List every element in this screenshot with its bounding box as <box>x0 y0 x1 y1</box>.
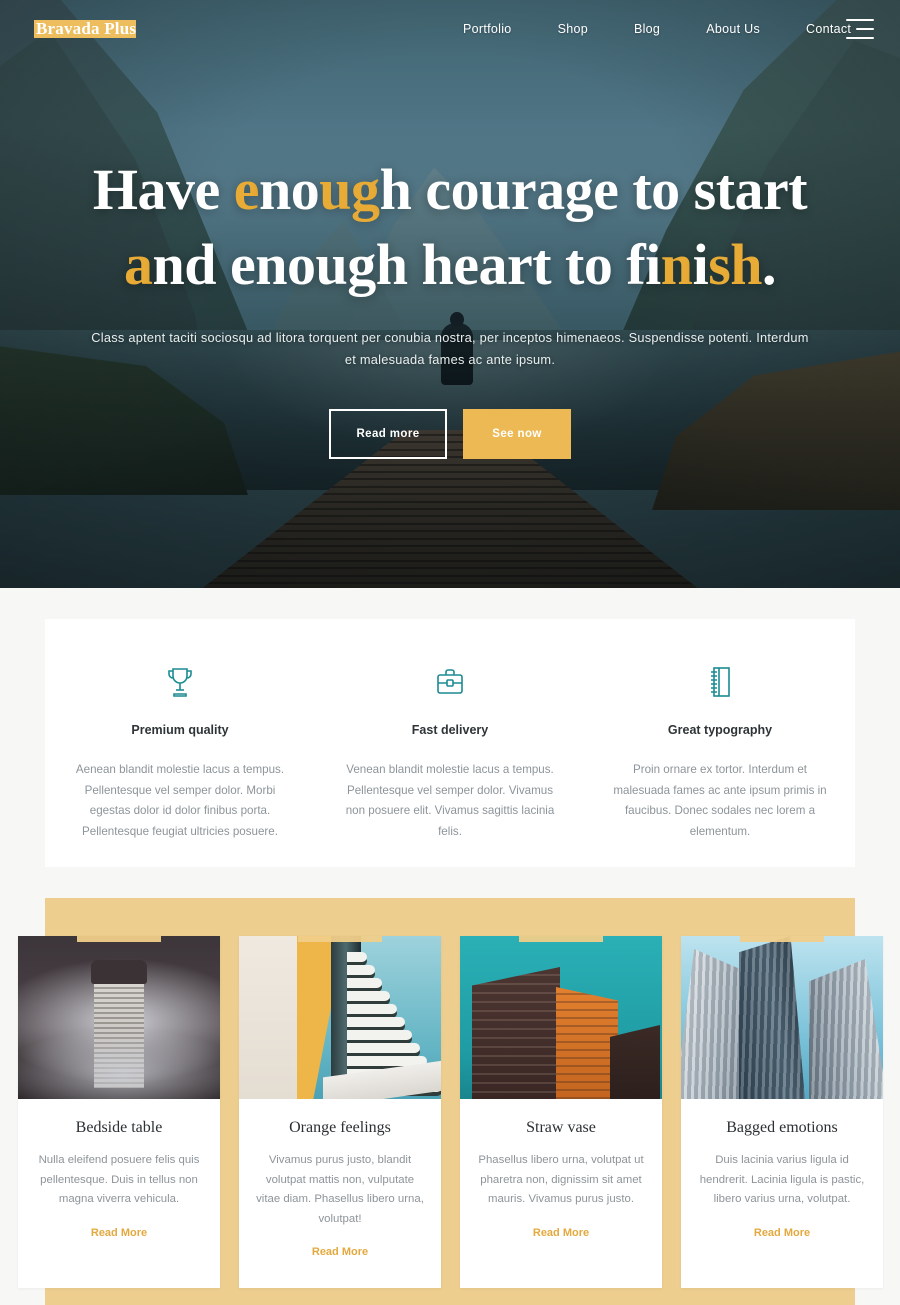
features-panel: Premium quality Aenean blandit molestie … <box>45 619 855 867</box>
nav-link-shop[interactable]: Shop <box>535 22 611 36</box>
tape-accent <box>298 936 382 942</box>
landing-page: Bravada Plus Portfolio Shop Blog About U… <box>0 0 900 1305</box>
feature-title: Great typography <box>661 720 779 740</box>
hero-subtitle: Class aptent taciti sociosqu ad litora t… <box>91 329 809 367</box>
feature-fast-delivery: Fast delivery Venean blandit molestie la… <box>315 619 585 867</box>
trophy-icon <box>165 664 195 700</box>
hero-section: Bravada Plus Portfolio Shop Blog About U… <box>0 0 900 588</box>
feature-text: Aenean blandit molestie lacus a tempus. … <box>75 763 285 838</box>
feature-text: Proin ornare ex tortor. Interdum et male… <box>613 763 827 838</box>
card-title: Bedside table <box>75 1119 163 1136</box>
logo-text: Bravada Plus <box>36 18 137 38</box>
nav-link-blog[interactable]: Blog <box>611 22 683 36</box>
see-now-button[interactable]: See now <box>463 408 571 459</box>
hero-headline: Have enough courage to start and enough … <box>92 157 808 298</box>
feature-great-typography: Great typography Proin ornare ex tortor.… <box>585 619 855 867</box>
hero-buttons: Read more See now <box>329 408 571 459</box>
product-cards: Bedside table Nulla eleifend posuere fel… <box>18 936 883 1288</box>
card-title: Bagged emotions <box>726 1119 838 1136</box>
card-straw-vase[interactable]: Straw vase Phasellus libero urna, volutp… <box>460 936 662 1288</box>
feature-text: Venean blandit molestie lacus a tempus. … <box>345 763 555 838</box>
card-text: Phasellus libero urna, volutpat ut phare… <box>478 1154 644 1206</box>
briefcase-icon <box>435 664 465 700</box>
card-title: Orange feelings <box>289 1119 391 1136</box>
card-read-more-link[interactable]: Read More <box>533 1227 589 1239</box>
card-title: Straw vase <box>526 1119 596 1136</box>
main-navigation: Bravada Plus Portfolio Shop Blog About U… <box>0 0 900 58</box>
tape-accent <box>740 936 824 942</box>
card-bedside-table[interactable]: Bedside table Nulla eleifend posuere fel… <box>18 936 220 1288</box>
tape-accent <box>77 936 161 942</box>
balcony-building-photo <box>239 936 441 1099</box>
nav-link-portfolio[interactable]: Portfolio <box>440 22 535 36</box>
brick-tower-photo <box>460 936 662 1099</box>
card-read-more-link[interactable]: Read More <box>91 1227 147 1239</box>
foggy-tower-photo <box>18 936 220 1099</box>
nav-link-about-us[interactable]: About Us <box>683 22 783 36</box>
card-text: Nulla eleifend posuere felis quis pellen… <box>38 1154 200 1206</box>
glass-skyscrapers-photo <box>681 936 883 1099</box>
hero-content: Have enough courage to start and enough … <box>0 0 900 588</box>
features-section: Premium quality Aenean blandit molestie … <box>0 588 900 884</box>
feature-premium-quality: Premium quality Aenean blandit molestie … <box>45 619 315 867</box>
notebook-icon <box>708 664 732 700</box>
tape-accent <box>519 936 603 942</box>
card-bagged-emotions[interactable]: Bagged emotions Duis lacinia varius ligu… <box>681 936 883 1288</box>
card-read-more-link[interactable]: Read More <box>312 1246 368 1258</box>
read-more-button[interactable]: Read more <box>329 408 447 459</box>
card-orange-feelings[interactable]: Orange feelings Vivamus purus justo, bla… <box>239 936 441 1288</box>
hamburger-icon[interactable] <box>844 19 874 39</box>
card-text: Vivamus purus justo, blandit volutpat ma… <box>256 1154 424 1225</box>
feature-title: Fast delivery <box>405 720 495 740</box>
feature-title: Premium quality <box>125 720 235 740</box>
site-logo[interactable]: Bravada Plus <box>30 17 142 42</box>
card-read-more-link[interactable]: Read More <box>754 1227 810 1239</box>
nav-links: Portfolio Shop Blog About Us Contact <box>440 0 874 58</box>
card-text: Duis lacinia varius ligula id hendrerit.… <box>699 1154 865 1206</box>
